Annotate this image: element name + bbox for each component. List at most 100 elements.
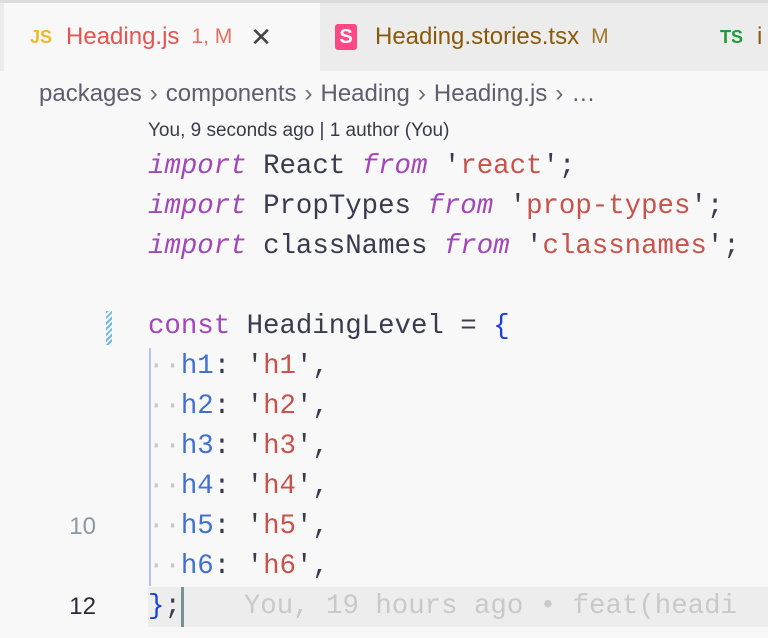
javascript-file-icon: JS: [30, 26, 53, 47]
code-token: ': [493, 191, 527, 222]
code-token: classnames: [542, 231, 707, 262]
chevron-right-icon: ›: [149, 80, 158, 107]
code-token: h4: [263, 471, 296, 502]
code-line[interactable]: ··h3: 'h3',: [0, 427, 768, 467]
tab-heading-stories[interactable]: S Heading.stories.tsx M: [335, 3, 609, 71]
chevron-right-icon: ›: [555, 80, 564, 107]
code-token: h3: [180, 431, 214, 462]
tab-bar: JS Heading.js 1, M ✕ S Heading.stories.t…: [0, 3, 768, 71]
code-text: ··h4: 'h4',: [148, 467, 329, 507]
git-modified-indicator[interactable]: [106, 311, 112, 345]
code-line[interactable]: [0, 267, 768, 307]
code-editor[interactable]: import React from 'react'; import PropTyp…: [0, 147, 768, 627]
code-line[interactable]: ··h6: 'h6',: [0, 547, 768, 587]
close-icon[interactable]: ✕: [250, 22, 272, 53]
chevron-right-icon: ›: [417, 80, 426, 107]
tab-label: Heading.stories.tsx: [375, 23, 580, 50]
code-line[interactable]: import React from 'react';: [0, 147, 768, 187]
breadcrumb: packages › components › Heading › Heading.js › …: [39, 80, 595, 108]
code-token: ;: [164, 591, 181, 622]
code-text: ··h5: 'h5',: [148, 507, 329, 547]
code-token: h5: [180, 511, 214, 542]
code-text: ··h3: 'h3',: [148, 427, 329, 467]
breadcrumb-item[interactable]: Heading: [321, 80, 410, 107]
code-token: ',: [295, 551, 329, 582]
tab-badge: 1, M: [191, 25, 233, 48]
line-number: 10: [69, 513, 96, 540]
code-token: : ': [213, 391, 264, 422]
typescript-file-icon: TS: [720, 26, 744, 47]
tab-label: i: [757, 23, 763, 50]
text-cursor: [180, 587, 184, 627]
code-text: import React from 'react';: [148, 147, 575, 187]
code-token: ··: [148, 351, 181, 382]
code-line[interactable]: ··h1: 'h1',: [0, 347, 768, 387]
code-text: ··h1: 'h1',: [148, 347, 329, 387]
code-text: const HeadingLevel = {: [148, 307, 510, 347]
code-token: from: [443, 231, 510, 262]
code-token: ··: [148, 551, 181, 582]
code-line[interactable]: ··h2: 'h2',: [0, 387, 768, 427]
tab-typescript-file[interactable]: TS i: [720, 3, 762, 71]
code-line[interactable]: import classNames from 'classnames';: [0, 227, 768, 267]
code-token: ',: [295, 471, 329, 502]
breadcrumb-item[interactable]: …: [571, 80, 595, 107]
code-token: }: [148, 591, 165, 622]
code-token: react: [460, 151, 543, 182]
code-text: ··h2: 'h2',: [148, 387, 329, 427]
code-token: : ': [213, 351, 264, 382]
code-line[interactable]: ··h4: 'h4',: [0, 467, 768, 507]
tab-label: Heading.js: [66, 23, 180, 50]
code-token: from: [427, 191, 494, 222]
code-token: h4: [180, 471, 214, 502]
code-line[interactable]: 12 }; You, 19 hours ago • feat(headi: [69, 587, 768, 627]
breadcrumb-item[interactable]: components: [166, 80, 297, 107]
code-token: h5: [263, 511, 296, 542]
chevron-right-icon: ›: [304, 80, 313, 107]
code-token: ··: [148, 511, 181, 542]
git-blame-codelens[interactable]: You, 9 seconds ago | 1 author (You): [148, 120, 449, 142]
code-text: }; You, 19 hours ago • feat(headi: [148, 587, 737, 627]
code-token: ';: [542, 151, 576, 182]
code-token: const: [148, 311, 231, 342]
code-token: : ': [213, 471, 264, 502]
code-token: ··: [148, 391, 181, 422]
code-token: prop-types: [526, 191, 691, 222]
code-token: ··: [148, 431, 181, 462]
code-token: import: [148, 231, 247, 262]
code-text: import classNames from 'classnames';: [148, 227, 740, 267]
breadcrumb-item[interactable]: packages: [39, 80, 142, 107]
code-token: classNames: [263, 231, 428, 262]
code-token: h1: [180, 351, 214, 382]
code-token: import: [148, 191, 247, 222]
code-line[interactable]: const HeadingLevel = {: [0, 307, 768, 347]
storybook-file-icon: S: [335, 24, 357, 50]
breadcrumb-item[interactable]: Heading.js: [434, 80, 547, 107]
line-number: 12: [69, 593, 96, 620]
code-token: from: [361, 151, 428, 182]
tab-heading-js[interactable]: JS Heading.js 1, M ✕: [4, 3, 320, 71]
code-token: h6: [180, 551, 214, 582]
code-token: : ': [213, 511, 264, 542]
code-token: HeadingLevel: [246, 311, 444, 342]
code-line[interactable]: 10 ··h5: 'h5',: [0, 507, 768, 547]
code-text: import PropTypes from 'prop-types';: [148, 187, 723, 227]
code-token: ',: [295, 511, 329, 542]
code-text: ··h6: 'h6',: [148, 547, 329, 587]
code-token: ',: [295, 351, 329, 382]
code-line[interactable]: import PropTypes from 'prop-types';: [0, 187, 768, 227]
code-token: h2: [180, 391, 214, 422]
code-token: : ': [213, 431, 264, 462]
code-token: import: [148, 151, 247, 182]
tab-badge: M: [591, 25, 609, 48]
code-token: ',: [295, 431, 329, 462]
code-token: ';: [706, 231, 740, 262]
code-token: h3: [263, 431, 296, 462]
code-token: =: [443, 311, 494, 342]
